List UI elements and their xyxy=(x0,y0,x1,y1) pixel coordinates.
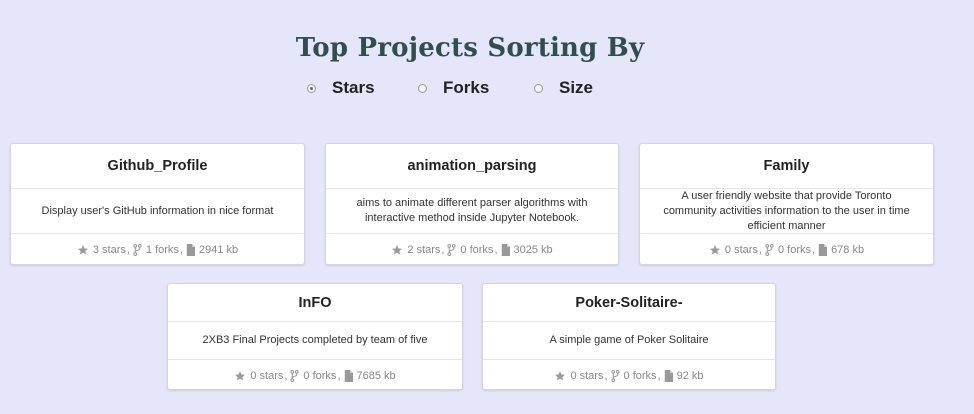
sort-label-forks: Forks xyxy=(443,78,490,97)
forks-count: 0 forks xyxy=(460,244,494,256)
star-icon xyxy=(554,370,566,382)
sort-option-size[interactable]: Size xyxy=(534,78,593,98)
project-description: A user friendly website that provide Tor… xyxy=(640,189,933,234)
project-name[interactable]: InFO xyxy=(168,284,462,322)
project-description: aims to animate different parser algorit… xyxy=(326,189,618,234)
sort-label-stars: Stars xyxy=(332,78,375,97)
project-name[interactable]: Family xyxy=(640,144,933,189)
stars-count: 3 stars xyxy=(92,244,126,256)
sort-option-stars[interactable]: Stars xyxy=(307,78,375,98)
fork-icon xyxy=(765,244,774,256)
radio-stars[interactable] xyxy=(307,83,316,93)
star-icon xyxy=(391,244,403,256)
meta-separator: , xyxy=(812,244,816,256)
star-icon xyxy=(234,370,246,382)
project-card-info[interactable]: InFO 2XB3 Final Projects completed by te… xyxy=(167,283,463,390)
project-description: Display user's GitHub information in nic… xyxy=(11,189,304,234)
project-name[interactable]: Github_Profile xyxy=(11,144,304,189)
meta-separator: , xyxy=(337,370,341,382)
file-icon xyxy=(664,370,673,382)
forks-count: 0 forks xyxy=(777,244,811,256)
project-meta: 2 stars , 0 forks , 3025 kb xyxy=(326,234,618,266)
meta-separator: , xyxy=(758,244,762,256)
file-icon xyxy=(501,244,510,256)
sort-label-size: Size xyxy=(559,78,594,97)
meta-separator: , xyxy=(494,244,498,256)
meta-separator: , xyxy=(604,370,608,382)
forks-count: 1 forks xyxy=(145,244,179,256)
project-card-github-profile[interactable]: Github_Profile Display user's GitHub inf… xyxy=(10,143,305,265)
project-name[interactable]: Poker-Solitaire- xyxy=(483,284,775,322)
file-icon xyxy=(344,370,353,382)
fork-icon xyxy=(133,244,142,256)
size-value: 2941 kb xyxy=(199,244,239,256)
project-meta: 3 stars , 1 forks , 2941 kb xyxy=(11,234,304,266)
star-icon xyxy=(77,244,89,256)
project-card-family[interactable]: Family A user friendly website that prov… xyxy=(639,143,934,265)
stars-count: 0 stars xyxy=(570,370,604,382)
stars-count: 0 stars xyxy=(724,244,758,256)
project-card-animation-parsing[interactable]: animation_parsing aims to animate differ… xyxy=(325,143,619,265)
project-meta: 0 stars , 0 forks , 678 kb xyxy=(640,234,933,266)
size-value: 92 kb xyxy=(676,370,704,382)
radio-size[interactable] xyxy=(534,83,543,93)
fork-icon xyxy=(290,370,300,382)
meta-separator: , xyxy=(179,244,183,256)
stars-count: 0 stars xyxy=(250,370,284,382)
project-meta: 0 stars , 0 forks , 92 kb xyxy=(483,360,775,392)
stars-count: 2 stars xyxy=(407,244,441,256)
fork-icon xyxy=(610,370,620,382)
star-icon xyxy=(709,244,721,256)
meta-separator: , xyxy=(126,244,130,256)
size-value: 678 kb xyxy=(831,244,865,256)
meta-separator: , xyxy=(441,244,445,256)
page-title: Top Projects Sorting By xyxy=(295,33,645,63)
fork-icon xyxy=(447,244,457,256)
sort-option-forks[interactable]: Forks xyxy=(418,78,489,98)
size-value: 3025 kb xyxy=(513,244,553,256)
file-icon xyxy=(186,244,195,256)
project-card-poker-solitaire[interactable]: Poker-Solitaire- A simple game of Poker … xyxy=(482,283,776,390)
forks-count: 0 forks xyxy=(303,370,337,382)
project-description: A simple game of Poker Solitaire xyxy=(483,322,775,360)
project-meta: 0 stars , 0 forks , 7685 kb xyxy=(168,360,462,392)
project-description: 2XB3 Final Projects completed by team of… xyxy=(168,322,462,360)
meta-separator: , xyxy=(284,370,288,382)
size-value: 7685 kb xyxy=(356,370,396,382)
file-icon xyxy=(818,244,828,256)
sort-options: Stars Forks Size xyxy=(0,74,974,98)
project-name[interactable]: animation_parsing xyxy=(326,144,618,189)
meta-separator: , xyxy=(657,370,661,382)
forks-count: 0 forks xyxy=(623,370,657,382)
radio-forks[interactable] xyxy=(418,83,427,93)
